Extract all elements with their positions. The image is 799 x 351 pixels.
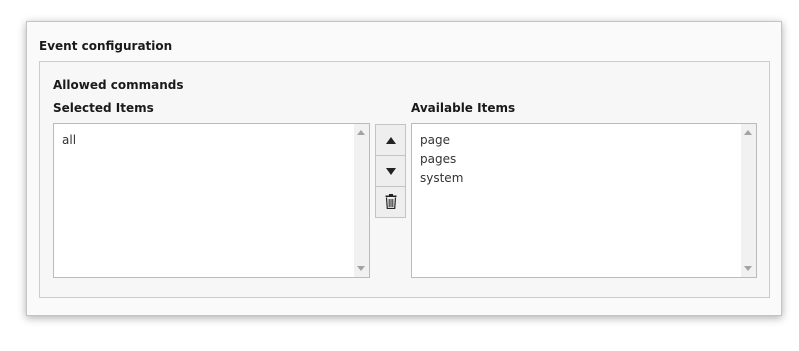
remove-button[interactable] xyxy=(376,187,405,217)
available-item-page[interactable]: page xyxy=(412,131,740,150)
triangle-down-icon xyxy=(386,168,396,175)
event-configuration-panel: Event configuration Allowed commands Sel… xyxy=(26,21,782,316)
scroll-down-arrow-icon[interactable] xyxy=(357,266,365,271)
selected-list-scrollbar[interactable] xyxy=(354,124,369,277)
selected-items: all xyxy=(54,131,353,150)
selected-item-all[interactable]: all xyxy=(54,131,353,150)
selection-controls xyxy=(375,124,406,218)
selected-items-label: Selected Items xyxy=(53,101,154,115)
available-list-scrollbar[interactable] xyxy=(741,124,756,277)
triangle-up-icon xyxy=(386,137,396,144)
move-down-button[interactable] xyxy=(376,156,405,187)
available-items-label: Available Items xyxy=(411,101,516,115)
available-item-pages[interactable]: pages xyxy=(412,150,740,169)
scroll-up-arrow-icon[interactable] xyxy=(744,130,752,135)
panel-title: Event configuration xyxy=(39,39,173,53)
selected-items-list[interactable]: all xyxy=(53,123,370,278)
allowed-commands-fieldset: Allowed commands Selected Items Availabl… xyxy=(39,61,770,298)
trash-icon xyxy=(385,194,397,209)
allowed-commands-label: Allowed commands xyxy=(53,78,184,92)
scroll-down-arrow-icon[interactable] xyxy=(744,266,752,271)
scroll-up-arrow-icon[interactable] xyxy=(357,130,365,135)
available-items: page pages system xyxy=(412,131,740,188)
available-item-system[interactable]: system xyxy=(412,169,740,188)
move-up-button[interactable] xyxy=(376,125,405,156)
available-items-list[interactable]: page pages system xyxy=(411,123,757,278)
